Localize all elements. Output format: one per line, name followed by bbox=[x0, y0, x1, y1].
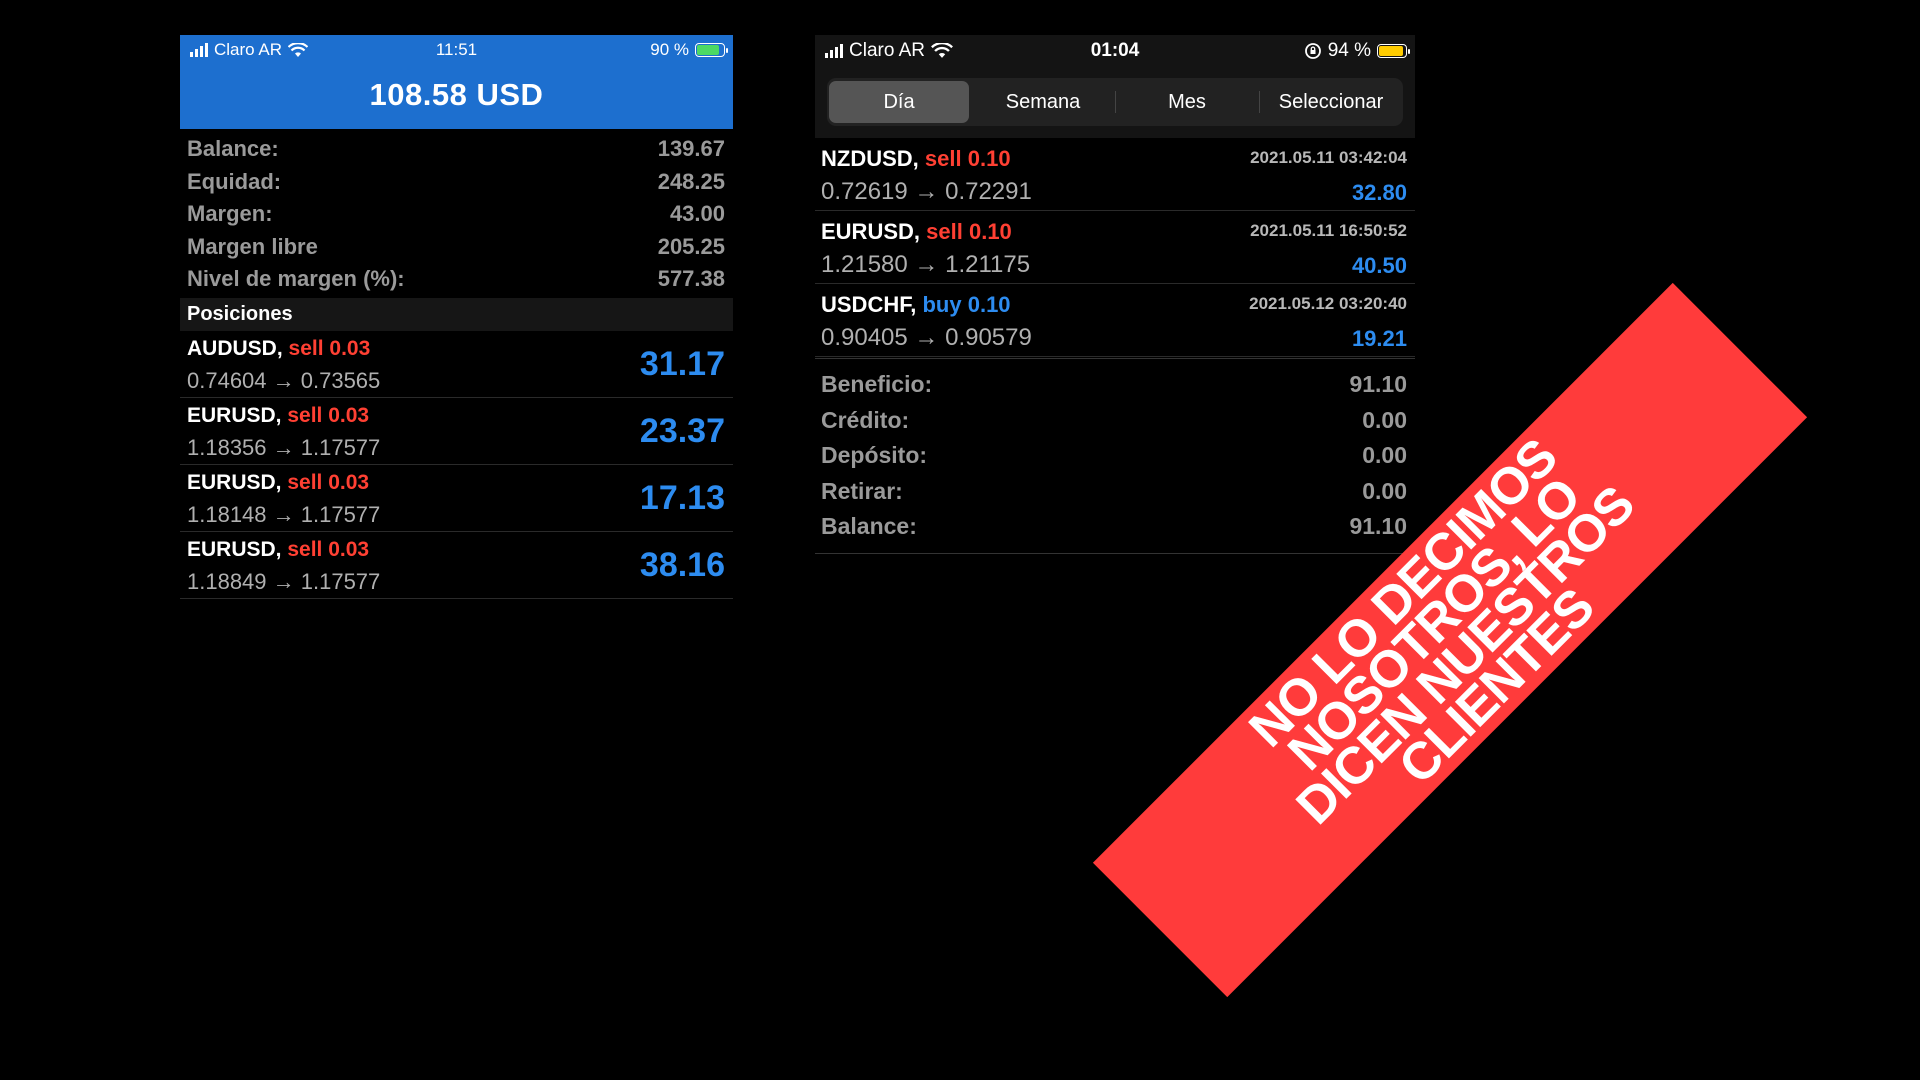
history-totals: Beneficio: 91.10 Crédito: 0.00 Depósito: 0.… bbox=[815, 358, 1415, 554]
tab-select[interactable]: Seleccionar bbox=[1259, 81, 1401, 123]
summary-row-margin-level: Nivel de margen (%): 577.38 bbox=[187, 266, 725, 292]
summary-row-balance: Balance: 139.67 bbox=[187, 136, 725, 162]
summary-row-equity: Equidad: 248.25 bbox=[187, 168, 725, 194]
deal-date: 2021.05.11 03:42:04 bbox=[1250, 148, 1407, 167]
deal-row[interactable]: EURUSD, sell 0.10 2021.05.11 16:50:52 1.… bbox=[815, 211, 1415, 284]
battery-charging-icon bbox=[695, 43, 728, 57]
tab-month[interactable]: Mes bbox=[1115, 81, 1257, 123]
totals-row-deposit: Depósito: 0.00 bbox=[821, 442, 1407, 469]
tab-day[interactable]: Día bbox=[829, 81, 969, 123]
account-header: Claro AR 11:51 90 % 108.58 USD bbox=[180, 35, 733, 129]
position-row[interactable]: EURUSD, sell 0.03 1.18849 → 1.17577 38.1… bbox=[180, 532, 733, 599]
tab-week[interactable]: Semana bbox=[973, 81, 1113, 123]
deal-row[interactable]: NZDUSD, sell 0.10 2021.05.11 03:42:04 0.… bbox=[815, 138, 1415, 211]
totals-row-profit: Beneficio: 91.10 bbox=[821, 371, 1407, 398]
position-profit: 17.13 bbox=[639, 478, 725, 517]
equity-value: 108.58 USD bbox=[369, 77, 544, 112]
left-phone-screen: Claro AR 11:51 90 % 108.58 USD Balance: 1… bbox=[180, 35, 733, 605]
deal-date: 2021.05.12 03:20:40 bbox=[1249, 294, 1407, 313]
position-profit: 31.17 bbox=[639, 344, 725, 383]
position-profit: 23.37 bbox=[639, 411, 725, 450]
totals-row-credit: Crédito: 0.00 bbox=[821, 406, 1407, 433]
totals-row-balance: Balance: 91.10 bbox=[821, 513, 1407, 540]
battery-percent: 94 % bbox=[1327, 40, 1371, 61]
totals-row-withdrawal: Retirar: 0.00 bbox=[821, 477, 1407, 504]
deal-date: 2021.05.11 16:50:52 bbox=[1250, 221, 1407, 240]
status-bar: Claro AR 01:04 94 % bbox=[815, 35, 1415, 65]
summary-row-margin: Margen: 43.00 bbox=[187, 201, 725, 227]
position-row[interactable]: EURUSD, sell 0.03 1.18356 → 1.17577 23.3… bbox=[180, 398, 733, 465]
position-row[interactable]: AUDUSD, sell 0.03 0.74604 → 0.73565 31.1… bbox=[180, 331, 733, 398]
status-bar: Claro AR 11:51 90 % bbox=[180, 35, 733, 65]
summary-row-free-margin: Margen libre 205.25 bbox=[187, 233, 725, 259]
period-segmented-control: Día Semana Mes Seleccionar bbox=[827, 78, 1403, 126]
battery-icon bbox=[1377, 44, 1410, 58]
account-summary: Balance: 139.67 Equidad: 248.25 Margen: 43.… bbox=[180, 129, 733, 296]
deal-profit: 32.80 bbox=[1351, 180, 1407, 205]
position-row[interactable]: EURUSD, sell 0.03 1.18148 → 1.17577 17.1… bbox=[180, 465, 733, 532]
battery-percent: 90 % bbox=[650, 40, 689, 59]
positions-section-header: Posiciones bbox=[180, 297, 733, 331]
right-phone-screen: Claro AR 01:04 94 % Día Semana Mes Selec… bbox=[815, 35, 1415, 554]
deal-row[interactable]: USDCHF, buy 0.10 2021.05.12 03:20:40 0.9… bbox=[815, 284, 1415, 357]
deal-profit: 40.50 bbox=[1351, 253, 1407, 278]
rotation-lock-icon bbox=[1304, 43, 1321, 59]
history-header: Claro AR 01:04 94 % Día Semana Mes Selec… bbox=[815, 35, 1415, 138]
deal-profit: 19.21 bbox=[1351, 326, 1407, 351]
position-profit: 38.16 bbox=[639, 545, 725, 584]
